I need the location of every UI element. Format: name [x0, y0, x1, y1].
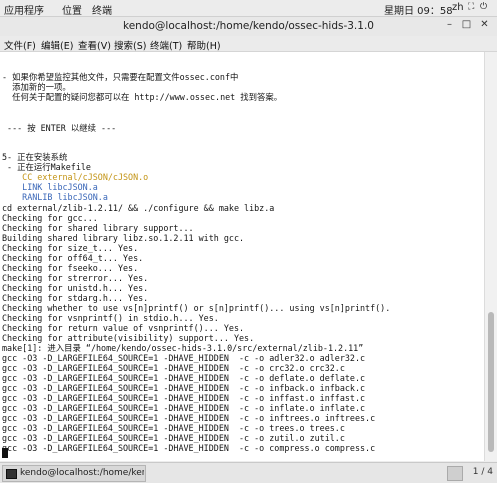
terminal-line: Building shared library libz.so.1.2.11 w… — [2, 233, 245, 243]
menu-view[interactable]: 查看(V) — [78, 38, 111, 52]
taskbar: kendo@localhost:/home/kendo/oss... 1 / 4 — [0, 462, 497, 483]
terminal-line: gcc -O3 -D_LARGEFILE64_SOURCE=1 -DHAVE_H… — [2, 433, 345, 443]
terminal-line: Checking for shared library support... — [2, 223, 194, 233]
terminal-line: gcc -O3 -D_LARGEFILE64_SOURCE=1 -DHAVE_H… — [2, 353, 366, 363]
terminal-line: --- 按 ENTER 以继续 --- — [2, 123, 117, 133]
scrollbar-thumb[interactable] — [488, 312, 494, 452]
menu-help[interactable]: 帮助(H) — [187, 38, 221, 52]
terminal-line: Checking for vsnprintf() in stdio.h... Y… — [2, 313, 219, 323]
terminal-line: gcc -O3 -D_LARGEFILE64_SOURCE=1 -DHAVE_H… — [2, 423, 345, 433]
terminal-line: Checking for strerror... Yes. — [2, 273, 149, 283]
taskbar-window-label: kendo@localhost:/home/kendo/oss... — [20, 468, 144, 478]
power-icon[interactable]: ⏻ — [480, 2, 487, 12]
apps-menu[interactable]: 应用程序 — [4, 2, 44, 17]
menu-bar: 文件(F) 编辑(E) 查看(V) 搜索(S) 终端(T) 帮助(H) — [0, 36, 497, 52]
terminal-line: Checking for size_t... Yes. — [2, 243, 139, 253]
terminal-line: cd external/zlib-1.2.11/ && ./configure … — [2, 203, 275, 213]
clock[interactable]: 星期日 09：58 — [384, 2, 453, 17]
window-titlebar[interactable]: kendo@localhost:/home/kendo/ossec-hids-3… — [0, 17, 497, 37]
terminal-line: Checking for attribute(visibility) suppo… — [2, 333, 255, 343]
terminal-line: Checking for fseeko... Yes. — [2, 263, 139, 273]
language-indicator[interactable]: zh — [452, 2, 464, 13]
terminal-line: 添加新的一项。 — [2, 82, 71, 92]
minimize-button[interactable]: – — [442, 19, 457, 33]
menu-terminal[interactable]: 终端(T) — [150, 38, 182, 52]
terminal-app-menu[interactable]: 终端 — [92, 2, 112, 17]
terminal-line: - 正在运行Makefile — [2, 162, 91, 172]
terminal-line: gcc -O3 -D_LARGEFILE64_SOURCE=1 -DHAVE_H… — [2, 363, 345, 373]
window-title: kendo@localhost:/home/kendo/ossec-hids-3… — [123, 20, 374, 32]
terminal-line: gcc -O3 -D_LARGEFILE64_SOURCE=1 -DHAVE_H… — [2, 443, 376, 453]
menu-search[interactable]: 搜索(S) — [114, 38, 146, 52]
terminal-line: gcc -O3 -D_LARGEFILE64_SOURCE=1 -DHAVE_H… — [2, 393, 366, 403]
terminal-line: Checking for unistd.h... Yes. — [2, 283, 149, 293]
terminal-line: Checking whether to use vs[n]printf() or… — [2, 303, 391, 313]
terminal-line: gcc -O3 -D_LARGEFILE64_SOURCE=1 -DHAVE_H… — [2, 413, 376, 423]
terminal-line: gcc -O3 -D_LARGEFILE64_SOURCE=1 -DHAVE_H… — [2, 373, 366, 383]
terminal-line: - 如果你希望监控其他文件，只需要在配置文件ossec.conf中 — [2, 72, 239, 82]
terminal-line: Checking for off64_t... Yes. — [2, 253, 144, 263]
workspace-pager[interactable]: 1 / 4 — [473, 467, 493, 477]
places-menu[interactable]: 位置 — [62, 2, 82, 17]
terminal-line: Checking for return value of vsnprintf()… — [2, 323, 245, 333]
terminal-line: Checking for stdarg.h... Yes. — [2, 293, 149, 303]
terminal-line: LINK libcJSON.a — [2, 182, 98, 192]
menu-edit[interactable]: 编辑(E) — [41, 38, 73, 52]
terminal-output[interactable]: - 如果你希望监控其他文件，只需要在配置文件ossec.conf中 添加新的一项… — [0, 52, 484, 461]
top-panel: 应用程序 位置 终端 星期日 09：58 zh ⛶ ⏻ — [0, 0, 497, 17]
menu-file[interactable]: 文件(F) — [4, 38, 36, 52]
maximize-button[interactable]: □ — [459, 19, 474, 33]
terminal-icon — [6, 469, 17, 479]
terminal-line: gcc -O3 -D_LARGEFILE64_SOURCE=1 -DHAVE_H… — [2, 383, 366, 393]
terminal-line: make[1]: 进入目录 “/home/kendo/ossec-hids-3.… — [2, 343, 364, 353]
terminal-line: gcc -O3 -D_LARGEFILE64_SOURCE=1 -DHAVE_H… — [2, 403, 366, 413]
terminal-line: 任何关于配置的疑问您都可以在 http://www.ossec.net 找到答案… — [2, 92, 283, 102]
terminal-line: CC external/cJSON/cJSON.o — [2, 172, 149, 182]
terminal-line: Checking for gcc... — [2, 213, 98, 223]
close-button[interactable]: ✕ — [477, 19, 492, 33]
network-icon[interactable]: ⛶ — [468, 2, 474, 12]
terminal-line: 5- 正在安装系统 — [2, 152, 68, 162]
taskbar-terminal-window[interactable]: kendo@localhost:/home/kendo/oss... — [2, 465, 146, 482]
workspace-switcher[interactable] — [447, 466, 463, 481]
terminal-line: RANLIB libcJSON.a — [2, 192, 108, 202]
scrollbar[interactable] — [484, 52, 497, 461]
